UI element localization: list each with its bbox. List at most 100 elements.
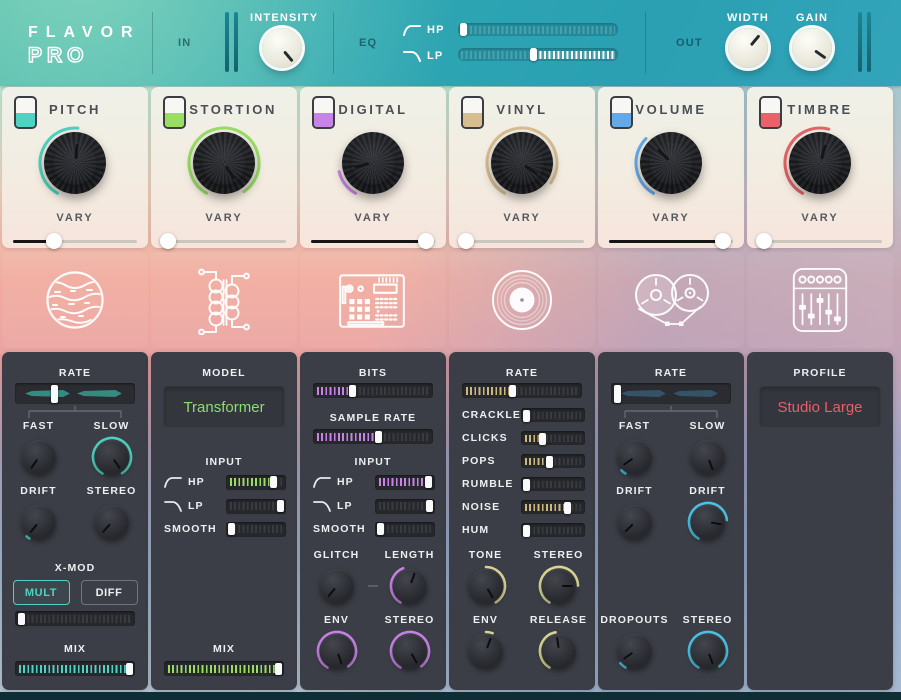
intensity-knob[interactable] [262, 28, 302, 68]
xmod-amount-slider[interactable] [15, 611, 135, 626]
width-knob[interactable] [728, 28, 768, 68]
model-select[interactable]: Transformer [163, 386, 285, 428]
slow-knob[interactable] [687, 436, 729, 478]
slider-handle[interactable] [530, 48, 537, 61]
slider-handle[interactable] [275, 663, 282, 675]
eq-lp-slider[interactable] [458, 48, 618, 61]
slider-handle[interactable] [46, 233, 62, 249]
slider-handle[interactable] [523, 479, 530, 491]
module-enable-toggle[interactable] [610, 96, 633, 129]
input-lp-slider[interactable] [375, 499, 435, 514]
sample-rate-slider[interactable] [313, 429, 433, 444]
vary-slider[interactable] [13, 233, 137, 249]
slider-handle[interactable] [458, 233, 474, 249]
main-knob[interactable] [782, 125, 858, 201]
stereo-knob[interactable] [687, 630, 729, 672]
vary-slider[interactable] [460, 233, 584, 249]
slider-handle[interactable] [277, 500, 284, 512]
env-knob[interactable] [465, 630, 507, 672]
release-knob[interactable] [538, 630, 580, 672]
mix-slider[interactable] [15, 661, 135, 676]
smooth-slider[interactable] [375, 522, 435, 537]
slider-handle[interactable] [539, 433, 546, 445]
slider-handle[interactable] [460, 23, 467, 36]
meter-bar [225, 12, 229, 72]
drift-knob[interactable] [614, 501, 656, 543]
slider-handle[interactable] [756, 233, 772, 249]
eq-label: EQ [359, 37, 377, 49]
slider-handle[interactable] [418, 233, 434, 249]
knob-pointer [720, 20, 776, 76]
xmod-mult-button[interactable]: MULT [13, 580, 70, 605]
xmod-diff-button[interactable]: DIFF [81, 580, 138, 605]
slider-handle[interactable] [614, 385, 621, 403]
slow-knob[interactable] [91, 436, 133, 478]
lp-label: LP [188, 500, 204, 512]
slider-handle[interactable] [228, 523, 235, 535]
slider-handle[interactable] [425, 476, 432, 488]
input-hp-slider[interactable] [226, 475, 286, 490]
module-enable-toggle[interactable] [759, 96, 782, 129]
length-knob[interactable] [389, 565, 431, 607]
tone-knob[interactable] [465, 565, 507, 607]
fast-knob[interactable] [614, 436, 656, 478]
slider-handle[interactable] [715, 233, 731, 249]
module-enable-toggle[interactable] [461, 96, 484, 129]
slider-handle[interactable] [126, 663, 133, 675]
slider-handle[interactable] [564, 502, 571, 514]
stereo-knob[interactable] [91, 501, 133, 543]
rate-slider[interactable] [462, 383, 582, 398]
vary-slider[interactable] [758, 233, 882, 249]
slider-handle[interactable] [51, 385, 58, 403]
vary-slider[interactable] [162, 233, 286, 249]
slider-handle[interactable] [377, 523, 384, 535]
slider-handle[interactable] [523, 410, 530, 422]
stereo-knob[interactable] [389, 630, 431, 672]
smooth-slider[interactable] [226, 522, 286, 537]
profile-select[interactable]: Studio Large [759, 386, 881, 428]
main-knob[interactable] [335, 125, 411, 201]
clicks-slider[interactable] [521, 431, 585, 445]
tone-label: TONE [449, 549, 522, 561]
rate-slider[interactable] [15, 383, 135, 404]
eq-hp-slider[interactable] [458, 23, 618, 36]
hum-slider[interactable] [521, 523, 585, 537]
vary-slider[interactable] [311, 233, 435, 249]
slider-handle[interactable] [349, 385, 356, 397]
drift-knob[interactable] [18, 501, 60, 543]
module-enable-toggle[interactable] [14, 96, 37, 129]
input-hp-slider[interactable] [375, 475, 435, 490]
drift-label: DRIFT [2, 485, 75, 497]
pops-slider[interactable] [521, 454, 585, 468]
main-knob[interactable] [633, 125, 709, 201]
stereo-knob[interactable] [538, 565, 580, 607]
noise-slider[interactable] [521, 500, 585, 514]
bits-slider[interactable] [313, 383, 433, 398]
main-knob[interactable] [484, 125, 560, 201]
slider-handle[interactable] [509, 385, 516, 397]
slider-handle[interactable] [270, 476, 277, 488]
mix-slider[interactable] [164, 661, 284, 676]
rumble-slider[interactable] [521, 477, 585, 491]
hp-label: HP [337, 476, 354, 488]
env-knob[interactable] [316, 630, 358, 672]
slider-handle[interactable] [375, 431, 382, 443]
crackle-slider[interactable] [521, 408, 585, 422]
slider-handle[interactable] [546, 456, 553, 468]
input-lp-slider[interactable] [226, 499, 286, 514]
dropouts-knob[interactable] [614, 630, 656, 672]
glitch-knob[interactable] [316, 565, 358, 607]
module-enable-toggle[interactable] [312, 96, 335, 129]
slider-handle[interactable] [426, 500, 433, 512]
slider-handle[interactable] [18, 613, 25, 625]
main-knob[interactable] [37, 125, 113, 201]
gain-knob[interactable] [792, 28, 832, 68]
main-knob[interactable] [186, 125, 262, 201]
drift-knob[interactable] [687, 501, 729, 543]
slider-handle[interactable] [523, 525, 530, 537]
vary-slider[interactable] [609, 233, 733, 249]
rate-slider[interactable] [611, 383, 731, 404]
module-enable-toggle[interactable] [163, 96, 186, 129]
slider-handle[interactable] [160, 233, 176, 249]
fast-knob[interactable] [18, 436, 60, 478]
